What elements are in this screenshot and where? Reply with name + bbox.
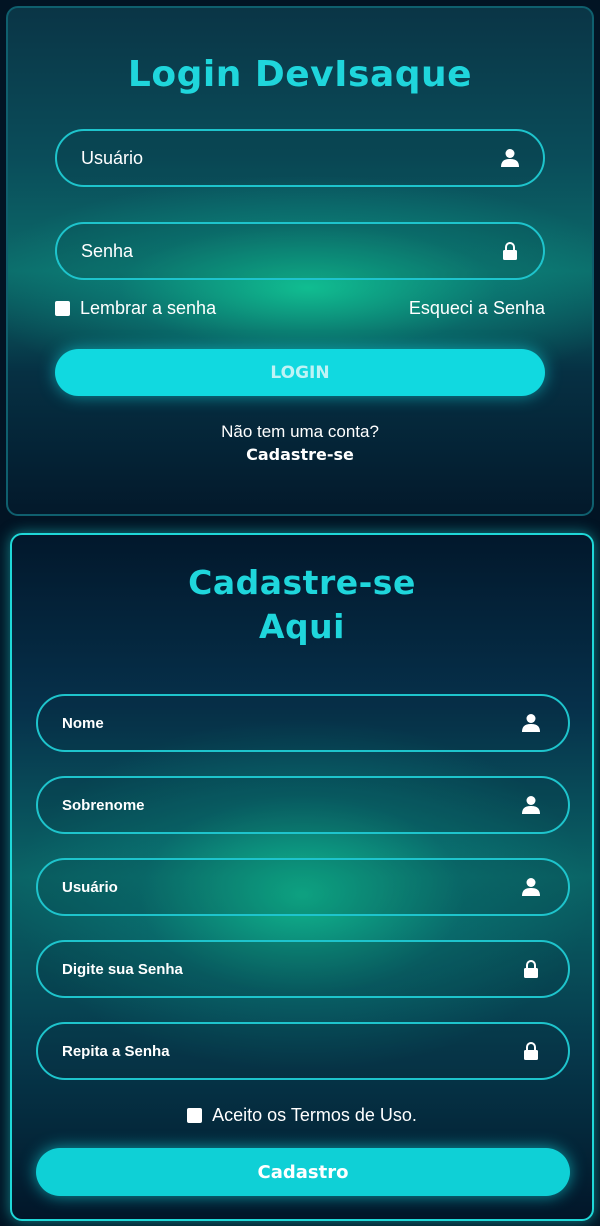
login-panel: Login DevIsaque Lembrar a senha Esqueci … <box>6 6 594 516</box>
signup-submit-button[interactable]: Cadastro <box>36 1148 570 1196</box>
password-input[interactable] <box>81 240 499 262</box>
remember-row: Lembrar a senha Esqueci a Senha <box>55 298 545 319</box>
user-icon <box>520 794 542 816</box>
signup-username-input[interactable] <box>62 878 520 896</box>
terms-checkbox-row[interactable]: Aceito os Termos de Uso. <box>12 1105 592 1126</box>
signup-title-line2: Aqui <box>259 607 345 646</box>
confirm-password-field[interactable] <box>36 1022 570 1080</box>
first-name-field[interactable] <box>36 694 570 752</box>
signup-link[interactable]: Cadastre-se <box>8 445 592 464</box>
user-icon <box>520 712 542 734</box>
forgot-password-link[interactable]: Esqueci a Senha <box>409 298 545 319</box>
signup-title-line1: Cadastre-se <box>188 563 416 602</box>
user-icon <box>499 147 521 169</box>
lock-icon <box>520 958 542 980</box>
remember-label: Lembrar a senha <box>80 298 217 318</box>
first-name-input[interactable] <box>62 714 520 732</box>
lock-icon <box>499 240 521 262</box>
signup-password-input[interactable] <box>62 960 520 978</box>
last-name-input[interactable] <box>62 796 520 814</box>
username-input[interactable] <box>81 147 499 169</box>
no-account-text: Não tem uma conta? <box>221 422 379 441</box>
remember-check-box[interactable] <box>55 301 70 316</box>
username-field[interactable] <box>55 129 545 187</box>
remember-checkbox[interactable]: Lembrar a senha <box>55 298 216 319</box>
login-title: Login DevIsaque <box>127 54 473 95</box>
last-name-field[interactable] <box>36 776 570 834</box>
signup-password-field[interactable] <box>36 940 570 998</box>
confirm-password-input[interactable] <box>62 1042 520 1060</box>
user-icon <box>520 876 542 898</box>
login-button[interactable]: LOGIN <box>55 349 545 396</box>
lock-icon <box>520 1040 542 1062</box>
terms-check-box[interactable] <box>187 1108 203 1123</box>
signup-username-field[interactable] <box>36 858 570 916</box>
terms-label: Aceito os Termos de Uso. <box>212 1105 417 1125</box>
password-field[interactable] <box>55 222 545 280</box>
signup-panel: Cadastre-se Aqui Aceito os Termos de Uso <box>10 533 594 1221</box>
